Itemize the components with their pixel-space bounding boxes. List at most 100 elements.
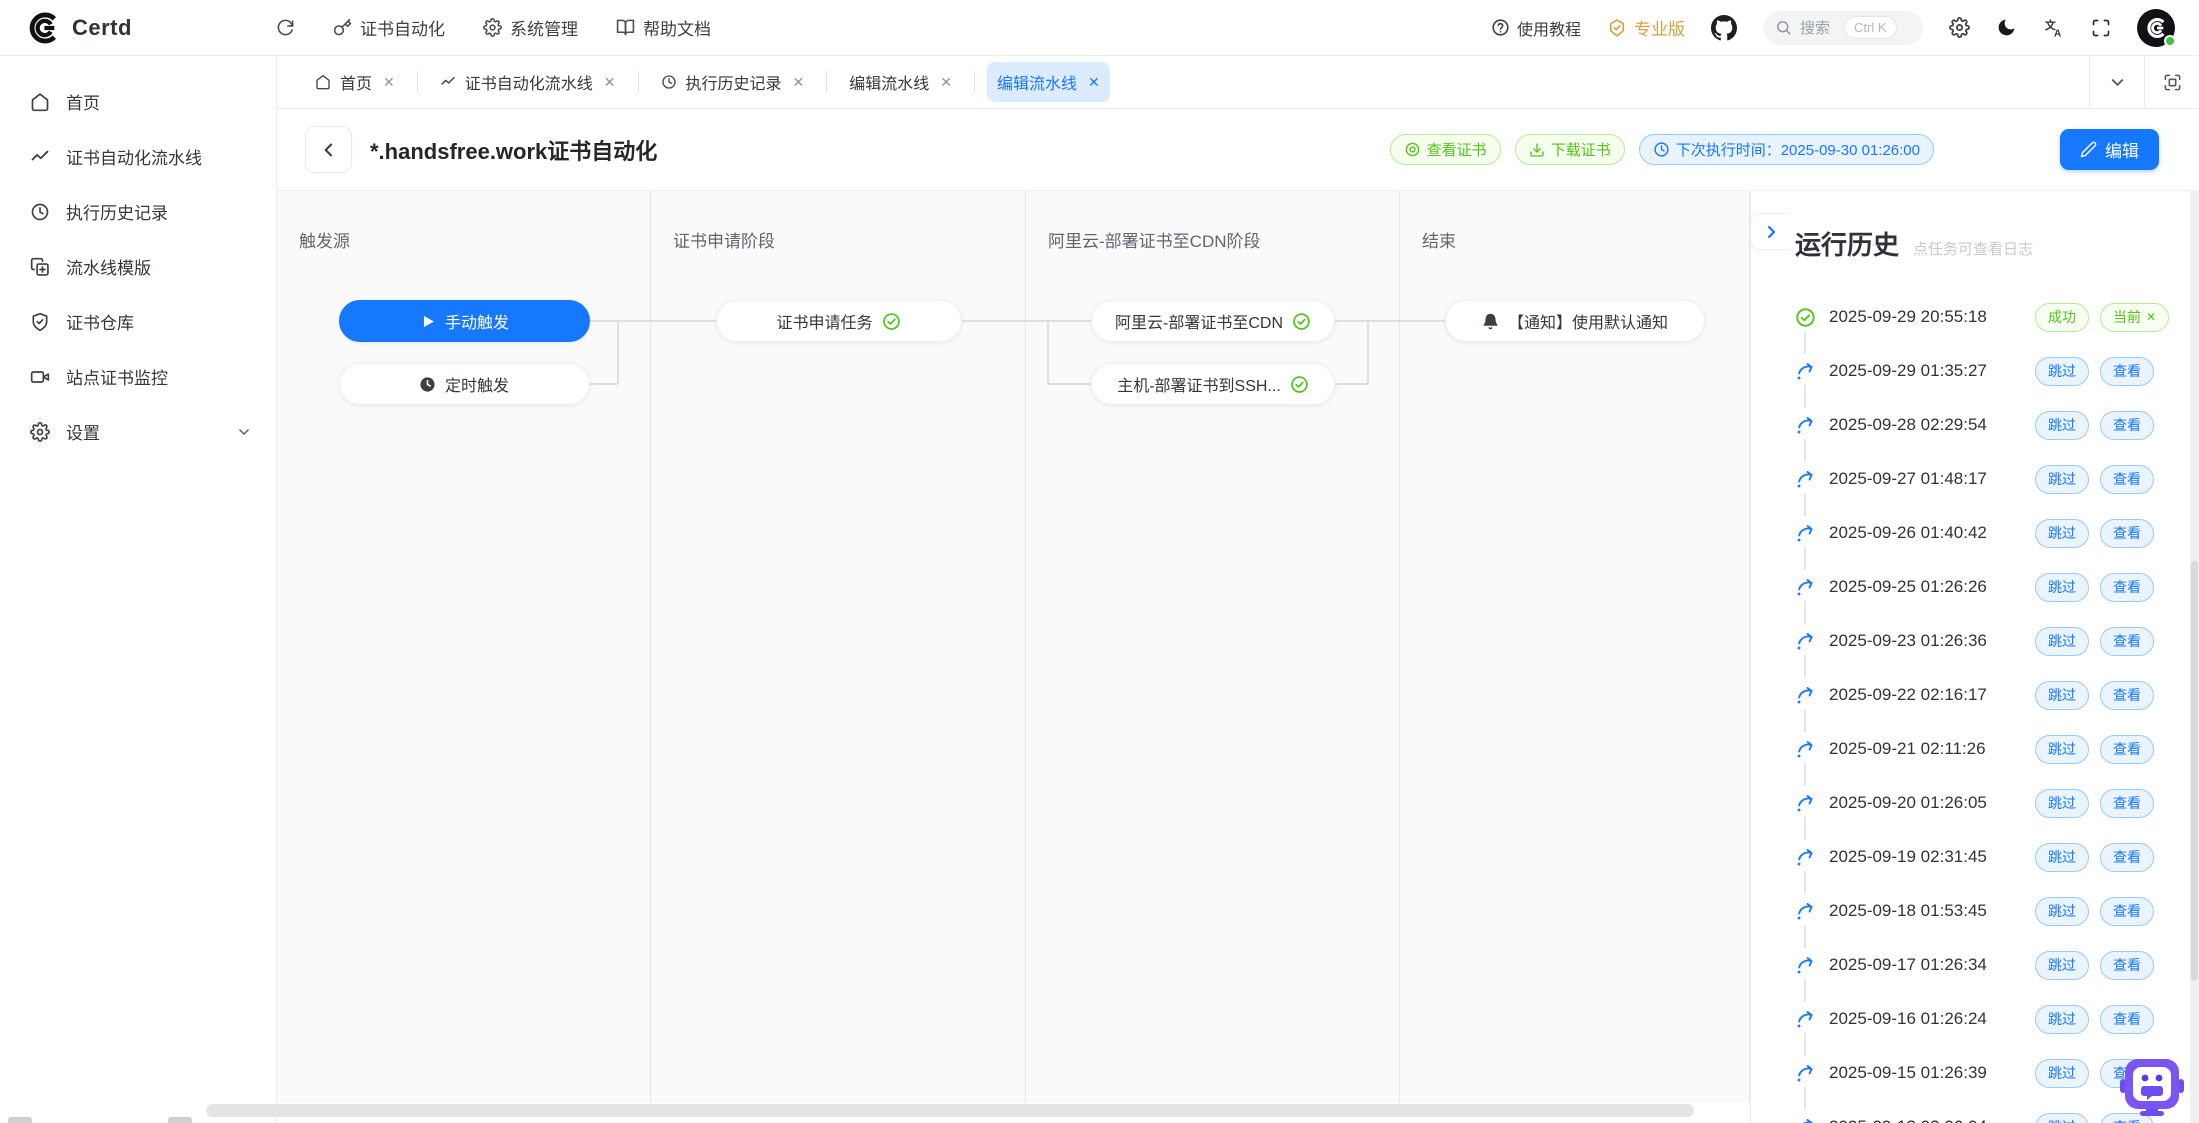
run-history-row[interactable]: 2025-09-18 01:53:45跳过查看 <box>1795 884 2181 938</box>
run-badge-查看[interactable]: 查看 <box>2100 735 2154 764</box>
run-history-row[interactable]: 2025-09-17 01:26:34跳过查看 <box>1795 938 2181 992</box>
run-badge-跳过[interactable]: 跳过 <box>2035 789 2089 818</box>
node-label: 主机-部署证书到SSH... <box>1117 372 1281 396</box>
pipeline-node-阿里云-部署证书至CDN[interactable]: 阿里云-部署证书至CDN <box>1091 300 1335 342</box>
sidebar-item-流水线模版[interactable]: 流水线模版 <box>0 239 276 294</box>
tab-首页[interactable]: 首页 ✕ <box>305 62 405 102</box>
run-badge-跳过[interactable]: 跳过 <box>2035 465 2089 494</box>
tab-close-icon[interactable]: ✕ <box>604 74 616 91</box>
run-badge-查看[interactable]: 查看 <box>2100 627 2154 656</box>
chatbot-widget-icon[interactable] <box>2119 1057 2185 1117</box>
view-cert-button[interactable]: 查看证书 <box>1390 134 1501 165</box>
search-input[interactable]: 搜索 Ctrl K <box>1763 11 1923 45</box>
run-badge-查看[interactable]: 查看 <box>2100 951 2154 980</box>
run-badge-查看[interactable]: 查看 <box>2100 465 2154 494</box>
run-badge-跳过[interactable]: 跳过 <box>2035 897 2089 926</box>
run-history-row[interactable]: 2025-09-27 01:48:17跳过查看 <box>1795 452 2181 506</box>
run-history-row[interactable]: 2025-09-16 01:26:24跳过查看 <box>1795 992 2181 1046</box>
skip-arrow-icon <box>1795 1009 1816 1030</box>
top-nav-item[interactable]: 证书自动化 <box>333 15 445 40</box>
run-history-row[interactable]: 2025-09-21 02:11:26跳过查看 <box>1795 722 2181 776</box>
run-badge-跳过[interactable]: 跳过 <box>2035 1113 2089 1123</box>
top-nav-item[interactable]: 帮助文档 <box>616 15 711 40</box>
run-badge-查看[interactable]: 查看 <box>2100 843 2154 872</box>
sidebar-item-证书仓库[interactable]: 证书仓库 <box>0 294 276 349</box>
tab-list-dropdown-button[interactable] <box>2089 56 2144 109</box>
run-badge-跳过[interactable]: 跳过 <box>2035 1059 2089 1088</box>
run-badge-查看[interactable]: 查看 <box>2100 789 2154 818</box>
edit-button[interactable]: 编辑 <box>2060 129 2159 170</box>
run-badge-当前[interactable]: 当前✕ <box>2100 303 2169 332</box>
sidebar-item-站点证书监控[interactable]: 站点证书监控 <box>0 349 276 404</box>
run-badge-查看[interactable]: 查看 <box>2100 1005 2154 1034</box>
run-badge-跳过[interactable]: 跳过 <box>2035 681 2089 710</box>
top-nav-item[interactable] <box>276 18 295 37</box>
run-badge-查看[interactable]: 查看 <box>2100 411 2154 440</box>
run-badge-查看[interactable]: 查看 <box>2100 897 2154 926</box>
run-badge-查看[interactable]: 查看 <box>2100 573 2154 602</box>
tab-证书自动化流水线[interactable]: 证书自动化流水线 ✕ <box>430 62 626 102</box>
run-badge-跳过[interactable]: 跳过 <box>2035 519 2089 548</box>
tab-close-icon[interactable]: ✕ <box>793 74 805 91</box>
horizontal-scrollbar-thumb[interactable] <box>206 1104 1694 1117</box>
run-badge-查看[interactable]: 查看 <box>2100 519 2154 548</box>
run-history-row[interactable]: 2025-09-20 01:26:05跳过查看 <box>1795 776 2181 830</box>
panel-collapse-button[interactable] <box>1750 213 1790 250</box>
tab-maximize-button[interactable] <box>2144 56 2199 109</box>
tab-close-icon[interactable]: ✕ <box>940 74 952 91</box>
run-badge-跳过[interactable]: 跳过 <box>2035 735 2089 764</box>
brand[interactable]: Certd <box>26 11 276 45</box>
pipeline-node-【通知】使用默认通知[interactable]: 【通知】使用默认通知 <box>1445 300 1705 342</box>
pipeline-canvas[interactable]: 触发源手动触发定时触发证书申请阶段证书申请任务阿里云-部署证书至CDN阶段阿里云… <box>277 191 1750 1103</box>
vertical-scrollbar-track[interactable] <box>2190 191 2199 1123</box>
run-history-row[interactable]: 2025-09-29 01:35:27跳过查看 <box>1795 344 2181 398</box>
settings-gear-icon[interactable] <box>1949 17 1970 38</box>
run-badge-跳过[interactable]: 跳过 <box>2035 573 2089 602</box>
run-badge-查看[interactable]: 查看 <box>2100 357 2154 386</box>
gear-icon <box>483 18 502 37</box>
run-badge-跳过[interactable]: 跳过 <box>2035 843 2089 872</box>
run-timestamp: 2025-09-23 01:26:36 <box>1829 631 2035 651</box>
vertical-scrollbar-thumb[interactable] <box>2191 561 2198 981</box>
run-history-row[interactable]: 2025-09-22 02:16:17跳过查看 <box>1795 668 2181 722</box>
run-history-row[interactable]: 2025-09-29 20:55:18成功当前✕ <box>1795 290 2181 344</box>
pipeline-node-证书申请任务[interactable]: 证书申请任务 <box>716 300 962 342</box>
sidebar-item-证书自动化流水线[interactable]: 证书自动化流水线 <box>0 129 276 184</box>
sidebar-item-执行历史记录[interactable]: 执行历史记录 <box>0 184 276 239</box>
pipeline-node-主机-部署证书到SSH...[interactable]: 主机-部署证书到SSH... <box>1091 363 1335 405</box>
pro-label: 专业版 <box>1634 15 1685 40</box>
pipeline-node-手动触发[interactable]: 手动触发 <box>339 300 590 342</box>
tab-close-icon[interactable]: ✕ <box>383 74 395 91</box>
user-avatar[interactable] <box>2137 9 2175 47</box>
github-icon[interactable] <box>1711 15 1737 41</box>
run-badge-跳过[interactable]: 跳过 <box>2035 951 2089 980</box>
dark-mode-moon-icon[interactable] <box>1996 17 2017 38</box>
tutorial-link[interactable]: 使用教程 <box>1491 16 1581 40</box>
tab-编辑流水线[interactable]: 编辑流水线 ✕ <box>839 62 962 102</box>
run-badge-跳过[interactable]: 跳过 <box>2035 357 2089 386</box>
run-history-row[interactable]: 2025-09-26 01:40:42跳过查看 <box>1795 506 2181 560</box>
sidebar-item-首页[interactable]: 首页 <box>0 74 276 129</box>
close-icon[interactable]: ✕ <box>2146 310 2156 324</box>
download-cert-button[interactable]: 下载证书 <box>1515 134 1625 165</box>
fullscreen-icon[interactable] <box>2091 18 2111 38</box>
language-icon[interactable] <box>2043 17 2065 39</box>
top-nav-item[interactable]: 系统管理 <box>483 15 578 40</box>
tab-close-icon[interactable]: ✕ <box>1088 74 1100 91</box>
run-badge-跳过[interactable]: 跳过 <box>2035 411 2089 440</box>
run-badge-跳过[interactable]: 跳过 <box>2035 1005 2089 1034</box>
run-history-row[interactable]: 2025-09-28 02:29:54跳过查看 <box>1795 398 2181 452</box>
back-button[interactable] <box>305 126 352 173</box>
tab-执行历史记录[interactable]: 执行历史记录 ✕ <box>651 62 815 102</box>
run-badge-查看[interactable]: 查看 <box>2100 681 2154 710</box>
run-badge-跳过[interactable]: 跳过 <box>2035 627 2089 656</box>
run-badge-成功[interactable]: 成功 <box>2035 303 2089 332</box>
pipeline-node-定时触发[interactable]: 定时触发 <box>339 363 590 405</box>
tab-编辑流水线-active[interactable]: 编辑流水线 ✕ <box>987 62 1110 102</box>
sidebar-item-设置[interactable]: 设置 <box>0 404 276 459</box>
run-history-row[interactable]: 2025-09-23 01:26:36跳过查看 <box>1795 614 2181 668</box>
run-history-row[interactable]: 2025-09-25 01:26:26跳过查看 <box>1795 560 2181 614</box>
run-history-row[interactable]: 2025-09-19 02:31:45跳过查看 <box>1795 830 2181 884</box>
pro-version-link[interactable]: 专业版 <box>1607 15 1685 40</box>
run-history-list: 2025-09-29 20:55:18成功当前✕ 2025-09-29 01:3… <box>1795 290 2181 1123</box>
